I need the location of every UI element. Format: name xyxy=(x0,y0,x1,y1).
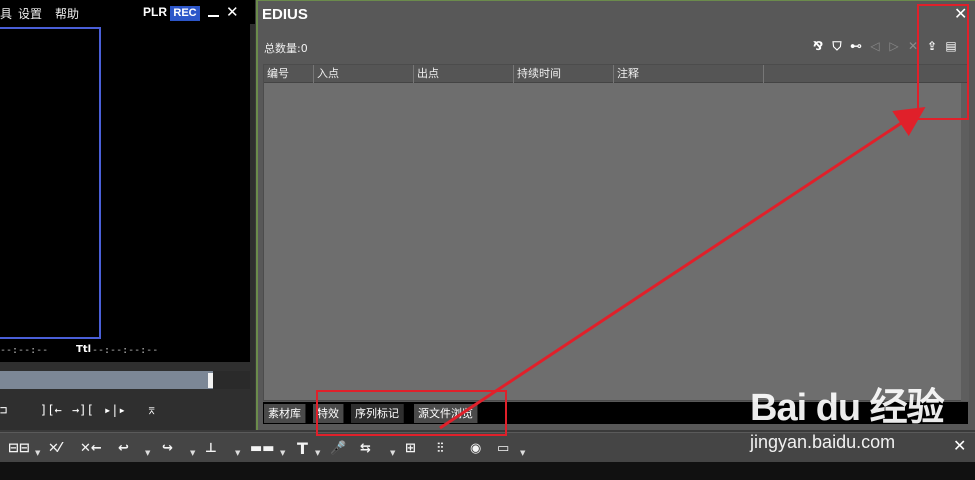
baidu-watermark: Bai du 经验 jingyan.baidu.com xyxy=(750,376,950,456)
watermark-url: jingyan.baidu.com xyxy=(750,432,896,452)
watermark-logo: Bai du 经验 xyxy=(750,387,945,429)
